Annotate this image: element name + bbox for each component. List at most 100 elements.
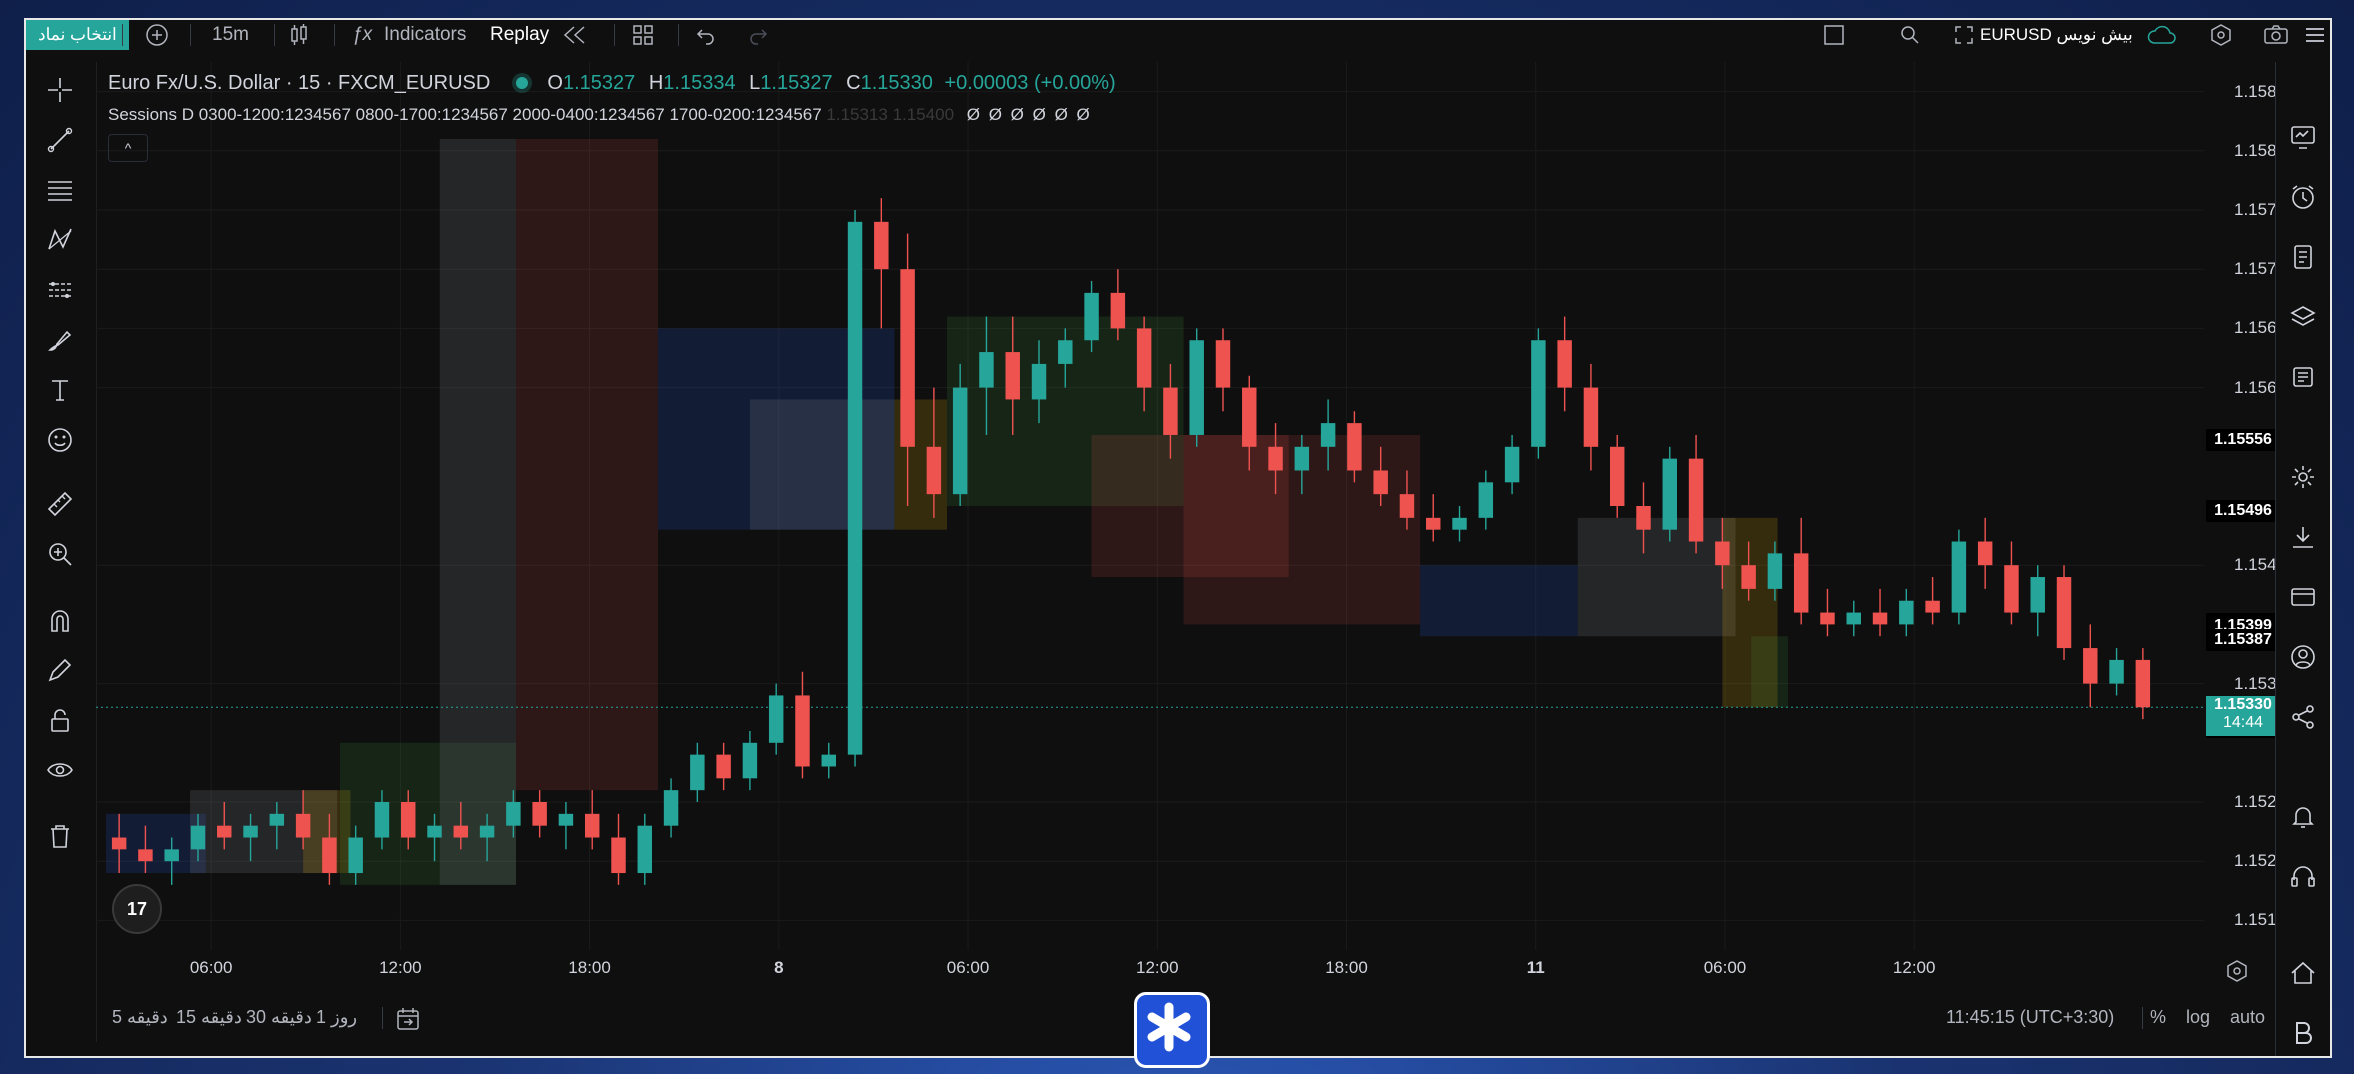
candle-body: [979, 352, 994, 388]
notifications-icon[interactable]: [2286, 800, 2320, 834]
open-value: 1.15327: [562, 72, 636, 94]
candle-body: [716, 754, 731, 779]
magnet-icon[interactable]: [42, 602, 78, 638]
broker-icon[interactable]: [2286, 1016, 2320, 1050]
indicators-button[interactable]: Indicators: [384, 20, 466, 50]
range-30min[interactable]: 30 دقیقه: [246, 1007, 312, 1028]
session-box: [516, 138, 658, 791]
candle-body: [1478, 482, 1494, 518]
candle-body: [374, 802, 390, 838]
settings-gear-icon[interactable]: [2286, 460, 2320, 494]
candle-body: [584, 813, 600, 838]
candle-body: [2135, 659, 2151, 708]
candle-body: [1189, 340, 1204, 435]
expand-icon[interactable]: [1952, 20, 1976, 50]
camera-icon[interactable]: [2262, 20, 2290, 50]
symbol-search-button[interactable]: انتخاب نماد: [26, 20, 129, 50]
time-tick-label: 12:00: [1892, 958, 1936, 977]
lock-drawing-pencil-icon[interactable]: [42, 652, 78, 688]
trash-icon[interactable]: [42, 818, 78, 854]
user-icon[interactable]: [2286, 640, 2320, 674]
layout-grid-icon[interactable]: [630, 20, 656, 50]
legend-collapse-button[interactable]: ^: [108, 134, 148, 162]
layers-icon[interactable]: [2286, 300, 2320, 334]
zoom-in-icon[interactable]: [42, 536, 78, 572]
time-tick-label: 12:00: [379, 958, 422, 977]
candle-body: [217, 825, 232, 838]
candle-body: [637, 825, 653, 874]
emoji-icon[interactable]: [42, 422, 78, 458]
horizontal-lines-icon[interactable]: [42, 172, 78, 208]
candle-body: [1504, 446, 1520, 483]
redo-icon[interactable]: [746, 20, 770, 50]
trend-line-icon[interactable]: [42, 122, 78, 158]
share-icon[interactable]: [2286, 700, 2320, 734]
floating-action-button[interactable]: [1134, 992, 1210, 1068]
range-1day[interactable]: 1 روز: [316, 1007, 357, 1028]
candle-body: [1846, 612, 1861, 625]
candle-body: [1741, 565, 1756, 589]
search-icon[interactable]: [1898, 20, 1922, 50]
sessions-indicator-legend[interactable]: Sessions D 0300-1200:1234567 0800-1700:1…: [108, 105, 1092, 125]
replay-button[interactable]: Replay: [490, 20, 549, 50]
candle-body: [164, 849, 179, 862]
ruler-icon[interactable]: [42, 486, 78, 522]
high-value: 1.15334: [663, 72, 736, 94]
go-to-date-icon[interactable]: [394, 1005, 422, 1038]
candle-body: [1031, 363, 1047, 400]
forecast-tool-icon[interactable]: [42, 272, 78, 308]
candle-body: [1872, 612, 1888, 625]
close-value: 1.15330: [860, 72, 933, 94]
lock-icon[interactable]: [42, 702, 78, 738]
asterisk-icon: [1147, 1002, 1191, 1052]
candle-body: [1636, 506, 1651, 530]
percent-scale-toggle[interactable]: %: [2150, 1007, 2166, 1028]
candle-body: [1899, 600, 1914, 625]
notes-icon[interactable]: [2286, 240, 2320, 274]
low-value: 1.15327: [760, 72, 833, 94]
pattern-tool-icon[interactable]: [42, 222, 78, 258]
undo-icon[interactable]: [694, 20, 718, 50]
tradingview-logo[interactable]: 17: [112, 884, 162, 934]
crosshair-icon[interactable]: [42, 72, 78, 108]
candle-type-icon[interactable]: [288, 20, 310, 50]
auto-scale-toggle[interactable]: auto: [2230, 1007, 2265, 1028]
news-icon[interactable]: [2286, 360, 2320, 394]
price-level-badge: 1.15387: [2206, 628, 2280, 651]
symbol-title[interactable]: EURUSD بیش نویس: [1980, 20, 2133, 50]
symbol-description[interactable]: Euro Fx/U.S. Dollar · 15 · FXCM_EURUSD: [108, 72, 490, 94]
replay-rewind-icon[interactable]: [560, 20, 590, 50]
toolbar-separator: [274, 24, 275, 46]
log-scale-toggle[interactable]: log: [2186, 1007, 2210, 1028]
alarm-clock-icon[interactable]: [2286, 180, 2320, 214]
menu-icon[interactable]: [2302, 20, 2328, 50]
time-axis[interactable]: 06:00 12:00 18:00 8 06:00 12:00 18:00 11 06:00 12…: [96, 950, 2204, 990]
indicators-icon: ƒx: [352, 24, 373, 45]
brush-icon[interactable]: [42, 322, 78, 358]
eye-icon[interactable]: [42, 752, 78, 788]
fullscreen-square-icon[interactable]: [1822, 20, 1846, 50]
candle-body: [1005, 352, 1020, 400]
add-symbol-icon[interactable]: [144, 20, 170, 50]
settings-hex-icon[interactable]: [2208, 20, 2234, 50]
candle-body: [1426, 517, 1441, 530]
watchlist-icon[interactable]: [2286, 120, 2320, 154]
price-chart[interactable]: [96, 62, 2204, 950]
time-tick-label: 12:00: [1136, 958, 1179, 977]
support-headset-icon[interactable]: [2286, 860, 2320, 894]
candle-body: [1793, 553, 1809, 613]
card-icon[interactable]: [2286, 580, 2320, 614]
chart-settings-icon[interactable]: [2224, 958, 2250, 989]
candle-body: [926, 446, 942, 495]
cloud-save-icon[interactable]: [2146, 20, 2178, 50]
range-15min[interactable]: 15 دقیقه: [176, 1007, 242, 1028]
range-5min[interactable]: 5 دقیقه: [112, 1007, 168, 1028]
clock-timezone[interactable]: 11:45:15 (UTC+3:30): [1946, 1007, 2114, 1028]
tradingview-window: انتخاب نماد 15m ƒx Indicators Replay EUR…: [24, 18, 2332, 1058]
text-tool-icon[interactable]: [42, 372, 78, 408]
session-box: [1577, 517, 1736, 637]
interval-button[interactable]: 15m: [212, 20, 249, 50]
download-icon[interactable]: [2286, 520, 2320, 554]
candle-body: [1688, 458, 1704, 542]
home-icon[interactable]: [2286, 956, 2320, 990]
